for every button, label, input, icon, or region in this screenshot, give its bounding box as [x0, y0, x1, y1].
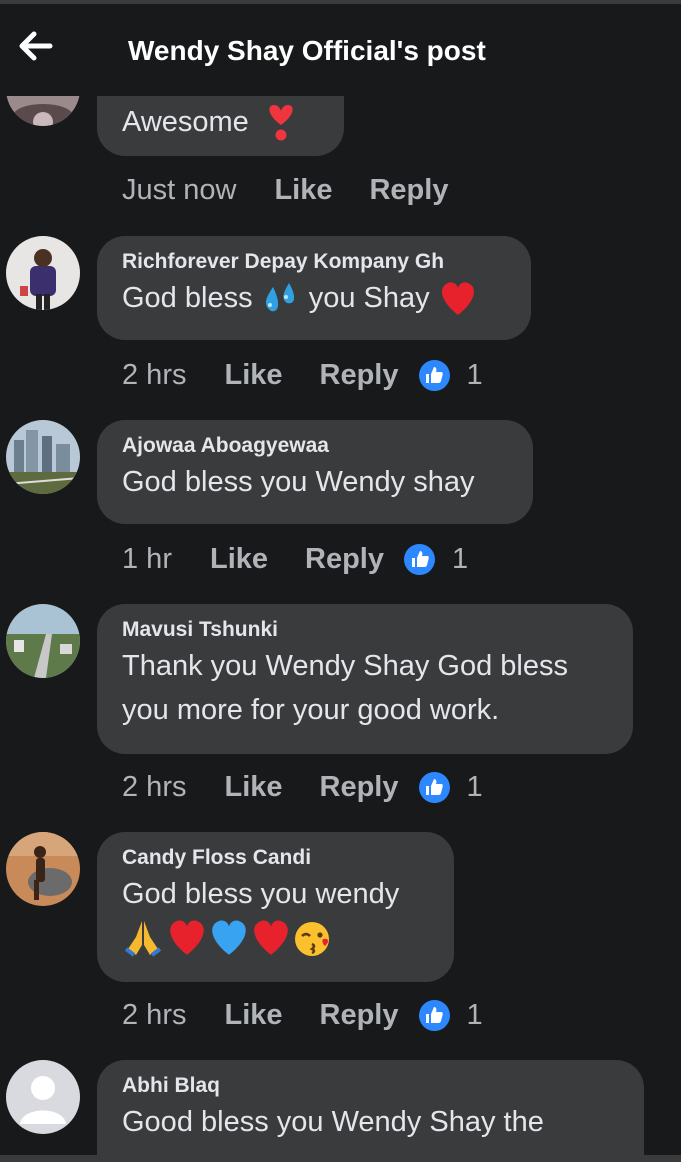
- reaction-summary[interactable]: 1: [418, 770, 483, 804]
- heart-exclamation-icon: [269, 105, 293, 141]
- comment-author: Richforever Depay Kompany Gh: [122, 250, 445, 273]
- reaction-count: 1: [466, 770, 483, 803]
- reaction-summary[interactable]: 1: [418, 358, 483, 392]
- reaction-summary[interactable]: 1: [418, 998, 483, 1032]
- like-link[interactable]: Like: [210, 543, 268, 576]
- like-link[interactable]: Like: [224, 771, 282, 804]
- like-link[interactable]: Like: [224, 999, 282, 1032]
- comment-time: 2 hrs: [122, 998, 187, 1031]
- comment-author: Mavusi Tshunki: [122, 618, 278, 641]
- comment-text: God bless you Shay: [122, 276, 505, 320]
- app-header: Wendy Shay Official's post: [0, 4, 681, 96]
- avatar[interactable]: [6, 420, 80, 494]
- reaction-count: 1: [452, 542, 469, 575]
- red-heart-icon: [441, 282, 474, 316]
- avatar[interactable]: [6, 604, 80, 678]
- sweat-droplets-icon: [265, 283, 294, 312]
- comment-bubble[interactable]: Abhi Blaq Good bless you Wendy Shay the: [97, 1060, 644, 1155]
- blue-heart-icon: [212, 920, 246, 955]
- comment-bubble[interactable]: Ajowaa Aboagyewaa God bless you Wendy sh…: [97, 420, 533, 524]
- avatar[interactable]: [6, 236, 80, 310]
- reply-link[interactable]: Reply: [305, 543, 384, 576]
- comment-text: God bless you wendy: [122, 872, 428, 960]
- thumbs-up-icon: [404, 543, 435, 575]
- comment-time: Just now: [122, 173, 237, 206]
- comment-actions: 2 hrs Like Reply 1: [122, 767, 483, 807]
- avatar[interactable]: [6, 832, 80, 906]
- kissing-face-icon: [295, 922, 329, 956]
- bottom-bar: [0, 1155, 681, 1162]
- comment-actions: 1 hr Like Reply 1: [122, 539, 468, 579]
- reply-link[interactable]: Reply: [369, 174, 448, 207]
- comment-actions: 2 hrs Like Reply 1: [122, 995, 483, 1035]
- thumbs-up-icon: [418, 771, 450, 803]
- comment-text: Good bless you Wendy Shay the: [122, 1106, 544, 1138]
- comment-actions: 2 hrs Like Reply 1: [122, 355, 483, 395]
- comment-text: God bless you Wendy shay: [122, 466, 475, 498]
- comment-author: Abhi Blaq: [122, 1074, 220, 1097]
- reaction-count: 1: [466, 358, 483, 391]
- comment-time: 2 hrs: [122, 770, 187, 803]
- comment-bubble[interactable]: Mavusi Tshunki Thank you Wendy Shay God …: [97, 604, 633, 754]
- comment-actions: Just now Like Reply: [122, 170, 485, 210]
- page-title: Wendy Shay Official's post: [128, 35, 486, 66]
- reply-link[interactable]: Reply: [320, 359, 399, 392]
- avatar[interactable]: [6, 1060, 80, 1134]
- reaction-summary[interactable]: 1: [404, 543, 468, 576]
- reaction-count: 1: [466, 998, 483, 1031]
- like-link[interactable]: Like: [224, 359, 282, 392]
- comment-text: Thank you Wendy Shay God bless you more …: [122, 650, 568, 726]
- reply-link[interactable]: Reply: [320, 999, 399, 1032]
- red-heart-icon: [170, 920, 204, 955]
- thumbs-up-icon: [418, 359, 450, 391]
- comment-time: 2 hrs: [122, 358, 187, 391]
- arrow-left-icon: [19, 31, 53, 61]
- red-heart-icon: [254, 920, 288, 955]
- back-button[interactable]: [14, 24, 58, 68]
- folded-hands-icon: [124, 921, 162, 957]
- comment-bubble[interactable]: Awesome: [97, 92, 344, 156]
- comment-bubble[interactable]: Candy Floss Candi God bless you wendy: [97, 832, 454, 982]
- default-avatar-icon: [6, 1060, 80, 1134]
- comment-bubble[interactable]: Richforever Depay Kompany Gh God bless y…: [97, 236, 531, 340]
- reply-link[interactable]: Reply: [320, 771, 399, 804]
- comment-text: Awesome: [122, 100, 318, 144]
- comment-author: Ajowaa Aboagyewaa: [122, 434, 329, 457]
- thumbs-up-icon: [418, 999, 450, 1031]
- comment-time: 1 hr: [122, 542, 172, 575]
- like-link[interactable]: Like: [274, 174, 332, 207]
- comment-author: Candy Floss Candi: [122, 846, 312, 869]
